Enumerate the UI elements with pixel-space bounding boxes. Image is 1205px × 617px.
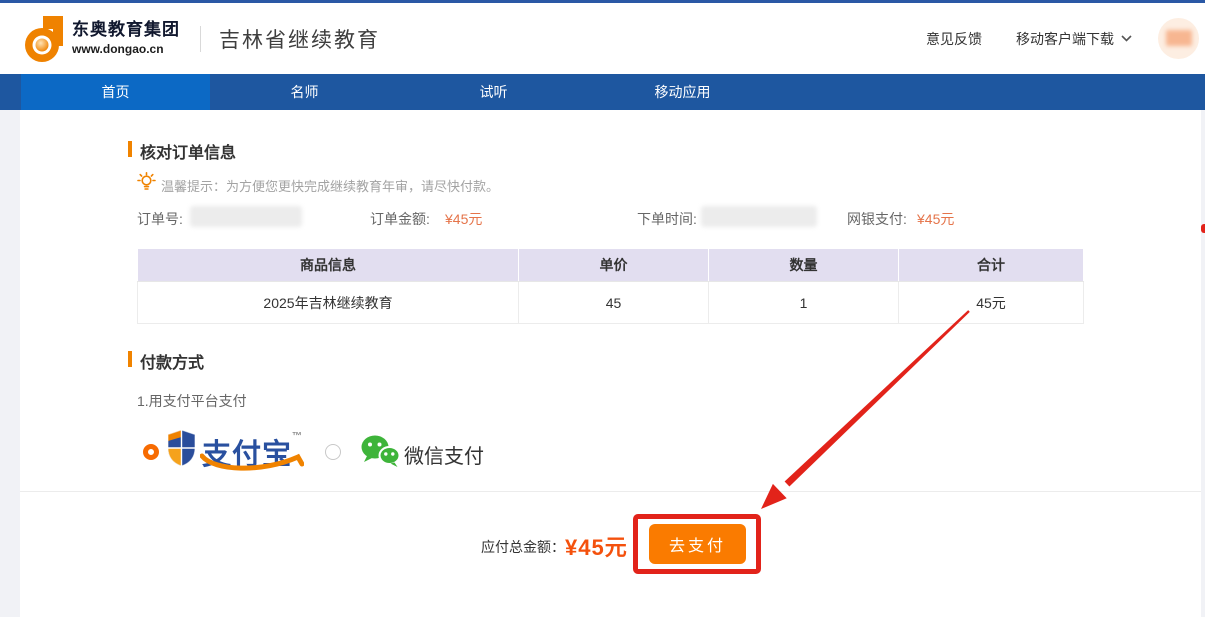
feedback-link[interactable]: 意见反馈 — [926, 29, 982, 49]
cell-total: 45元 — [899, 282, 1084, 324]
tab-audition[interactable]: 试听 — [399, 74, 588, 110]
order-amount-label: 订单金额: — [370, 209, 430, 229]
alipay-swoosh-icon — [200, 452, 304, 474]
header: 东奥教育集团 www.dongao.cn 吉林省继续教育 意见反馈 移动客户端下… — [0, 3, 1205, 74]
tab-home[interactable]: 首页 — [21, 74, 210, 110]
chevron-down-icon — [1121, 35, 1132, 42]
logo-url-text: www.dongao.cn — [72, 43, 180, 56]
col-product: 商品信息 — [138, 249, 519, 282]
col-total: 合计 — [899, 249, 1084, 282]
section-accent-bar — [128, 141, 132, 157]
order-time-redacted — [701, 206, 817, 227]
col-unit-price: 单价 — [519, 249, 709, 282]
netbank-value: ¥45元 — [917, 209, 954, 229]
pay-button[interactable]: 去支付 — [649, 524, 746, 564]
dongao-logo[interactable]: 东奥教育集团 www.dongao.cn — [23, 14, 180, 64]
bulb-icon — [137, 172, 156, 191]
order-table: 商品信息 单价 数量 合计 2025年吉林继续教育 45 1 45元 — [137, 248, 1084, 324]
section-divider — [20, 491, 1201, 492]
avatar[interactable] — [1158, 18, 1199, 59]
alipay-radio[interactable] — [143, 444, 159, 460]
alipay-tm: ™ — [292, 431, 303, 442]
order-number-redacted — [190, 206, 302, 227]
mobile-download-link[interactable]: 移动客户端下载 — [1016, 29, 1132, 49]
section-accent-bar — [128, 351, 132, 367]
wechat-icon[interactable] — [360, 434, 400, 468]
netbank-label: 网银支付: — [847, 209, 907, 229]
order-amount-value: ¥45元 — [445, 209, 482, 229]
payment-section-title: 付款方式 — [140, 349, 204, 373]
alipay-shield-icon[interactable] — [166, 429, 197, 467]
site-title: 吉林省继续教育 — [219, 24, 380, 54]
tab-teachers[interactable]: 名师 — [210, 74, 399, 110]
tab-mobile-app[interactable]: 移动应用 — [588, 74, 777, 110]
header-divider — [200, 26, 201, 52]
payment-subtitle: 1.用支付平台支付 — [137, 391, 247, 411]
order-section-title: 核对订单信息 — [140, 139, 236, 163]
total-label: 应付总金额： — [481, 537, 565, 557]
wechat-label[interactable]: 微信支付 — [404, 440, 484, 469]
avatar-redacted — [1166, 30, 1192, 46]
col-quantity: 数量 — [709, 249, 899, 282]
table-row: 2025年吉林继续教育 45 1 45元 — [138, 282, 1084, 324]
cell-unit-price: 45 — [519, 282, 709, 324]
edge-red-artifact — [1201, 224, 1205, 233]
main-nav: 首页 名师 试听 移动应用 — [0, 74, 1205, 110]
wechat-radio[interactable] — [325, 444, 341, 460]
total-value: ¥45元 — [565, 530, 628, 562]
logo-brand-text: 东奥教育集团 — [72, 21, 180, 40]
cell-quantity: 1 — [709, 282, 899, 324]
order-tip: 温馨提示：为方便您更快完成继续教育年审，请尽快付款。 — [161, 176, 499, 195]
cell-product: 2025年吉林继续教育 — [138, 282, 519, 324]
order-no-label: 订单号: — [137, 209, 183, 229]
dongao-d-mark-icon — [23, 14, 65, 64]
order-time-label: 下单时间: — [637, 209, 697, 229]
table-header-row: 商品信息 单价 数量 合计 — [138, 249, 1084, 282]
